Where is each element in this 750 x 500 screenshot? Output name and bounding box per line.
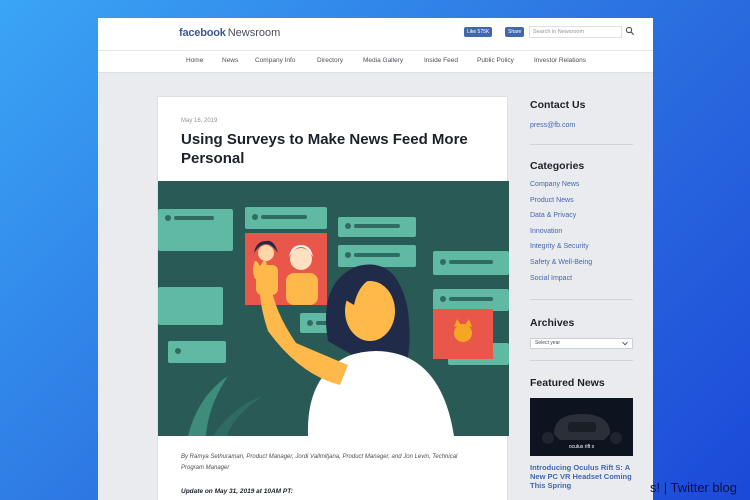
nav-news[interactable]: News — [222, 57, 238, 64]
category-social-impact[interactable]: Social Impact — [530, 275, 572, 282]
archives-year-select[interactable]: Select year — [530, 338, 633, 349]
category-innovation[interactable]: Innovation — [530, 228, 562, 235]
contact-heading: Contact Us — [530, 99, 586, 111]
contact-email-link[interactable]: press@fb.com — [530, 122, 575, 129]
search-icon[interactable] — [625, 26, 635, 36]
nav-company-info[interactable]: Company Info — [255, 57, 295, 64]
sidebar-divider — [530, 360, 633, 361]
category-safety-wellbeing[interactable]: Safety & Well-Being — [530, 259, 592, 266]
category-company-news[interactable]: Company News — [530, 181, 579, 188]
share-button[interactable]: Share — [505, 27, 525, 37]
browser-window: facebook Newsroom Like 575K Share Search … — [98, 18, 653, 500]
article-card: May 16, 2019 Using Surveys to Make News … — [157, 96, 509, 500]
search-input[interactable]: Search in Newsroom — [529, 26, 622, 38]
nav-inside-feed[interactable]: Inside Feed — [424, 57, 458, 64]
like-button[interactable]: Like 575K — [464, 27, 493, 37]
featured-news-image[interactable]: oculus rift s — [530, 398, 633, 456]
nav-investor-relations[interactable]: Investor Relations — [534, 57, 586, 64]
featured-heading: Featured News — [530, 377, 605, 389]
oculus-wordmark: oculus rift s — [568, 444, 595, 450]
category-data-privacy[interactable]: Data & Privacy — [530, 212, 576, 219]
archives-select-value: Select year — [535, 340, 561, 346]
article-date: May 16, 2019 — [181, 118, 218, 124]
categories-heading: Categories — [530, 160, 585, 172]
category-integrity-security[interactable]: Integrity & Security — [530, 243, 589, 250]
archives-heading: Archives — [530, 317, 575, 329]
hero-illustration — [158, 181, 509, 436]
main-nav: Home News Company Info Directory Media G… — [98, 51, 653, 73]
nav-home[interactable]: Home — [186, 57, 203, 64]
newsroom-header: facebook Newsroom Like 575K Share Search … — [98, 18, 653, 51]
twitter-blog-caption: s! | Twitter blog — [650, 480, 737, 495]
nav-public-policy[interactable]: Public Policy — [477, 57, 514, 64]
sidebar-divider — [530, 299, 633, 300]
nav-directory[interactable]: Directory — [317, 57, 343, 64]
featured-news-title[interactable]: Introducing Oculus Rift S: A New PC VR H… — [530, 463, 633, 490]
nav-media-gallery[interactable]: Media Gallery — [363, 57, 403, 64]
article-title: Using Surveys to Make News Feed More Per… — [181, 131, 468, 167]
category-product-news[interactable]: Product News — [530, 197, 574, 204]
newsroom-logo[interactable]: facebook Newsroom — [179, 27, 280, 39]
sidebar-divider — [530, 144, 633, 145]
brand-newsroom: Newsroom — [227, 27, 281, 39]
article-byline: By Ramya Sethuraman, Product Manager, Jo… — [181, 454, 458, 471]
article-update-line: Update on May 31, 2019 at 10AM PT: — [181, 488, 293, 495]
chevron-down-icon — [622, 341, 628, 346]
brand-facebook: facebook — [179, 27, 226, 39]
